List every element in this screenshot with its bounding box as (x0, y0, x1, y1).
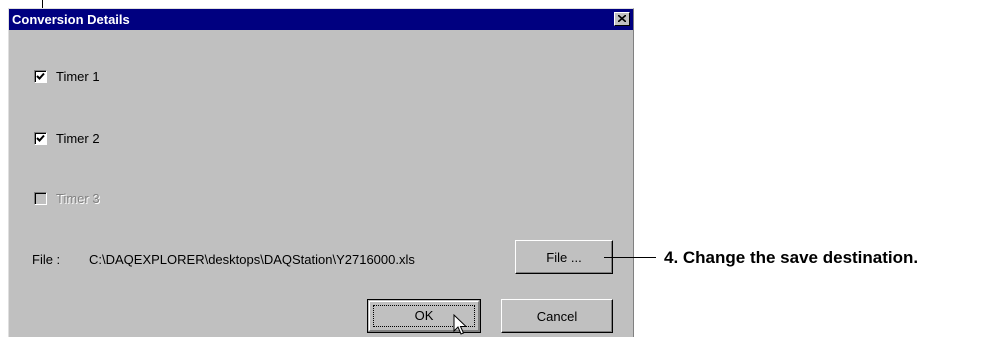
close-x-icon (618, 15, 626, 22)
title-bar[interactable]: Conversion Details (9, 9, 633, 30)
close-button[interactable] (614, 12, 630, 26)
dialog-title: Conversion Details (12, 12, 130, 27)
timer-3-checkbox (34, 192, 47, 205)
conversion-details-dialog: Conversion Details Timer 1 Timer 2 Timer… (8, 8, 634, 337)
file-browse-button[interactable]: File ... (515, 240, 613, 274)
file-browse-button-label: File ... (546, 250, 582, 265)
file-label: File : (32, 252, 61, 267)
timer-3-label: Timer 3 (56, 191, 100, 206)
cancel-button[interactable]: Cancel (501, 299, 613, 333)
file-path-value: C:\DAQEXPLORER\desktops\DAQStation\Y2716… (89, 252, 415, 267)
mouse-pointer-icon (453, 314, 467, 335)
timer-2-checkbox[interactable] (34, 132, 47, 145)
checkmark-icon (36, 134, 45, 142)
annotation-leader-line (604, 257, 656, 258)
checkmark-icon (36, 72, 45, 80)
cancel-button-label: Cancel (536, 309, 578, 324)
timer-2-label: Timer 2 (56, 131, 100, 146)
timer-1-label: Timer 1 (56, 69, 100, 84)
timer-1-checkbox[interactable] (34, 70, 47, 83)
annotation-callout: 4. Change the save destination. (664, 248, 919, 267)
